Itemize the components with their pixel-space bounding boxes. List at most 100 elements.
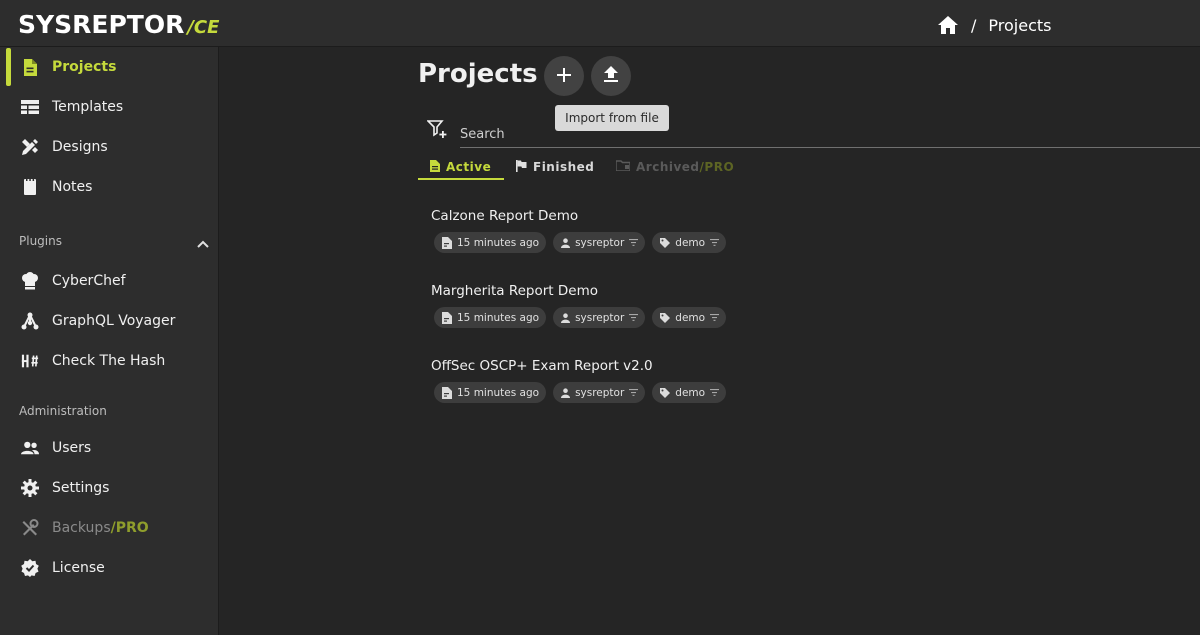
- sidebar-item-designs[interactable]: Designs: [0, 127, 219, 167]
- sidebar-item-label: Projects: [52, 59, 117, 75]
- user-chip[interactable]: sysreptor: [553, 382, 646, 403]
- breadcrumb-separator: /: [971, 15, 977, 35]
- tag-label: demo: [675, 236, 706, 249]
- sidebar-item-cyberchef[interactable]: CyberChef: [0, 261, 219, 301]
- sidebar-item-label: Backups/PRO: [52, 520, 149, 536]
- pencil-ruler-icon: [21, 138, 39, 156]
- updated-chip: 15 minutes ago: [434, 307, 547, 328]
- project-list-item[interactable]: Calzone Report Demo 15 minutes ago sysre…: [431, 208, 727, 253]
- search-input[interactable]: [460, 122, 1200, 146]
- sidebar-item-label: GraphQL Voyager: [52, 313, 176, 329]
- table-icon: [21, 98, 39, 116]
- updated-chip: 15 minutes ago: [434, 382, 547, 403]
- tag-chip[interactable]: demo: [652, 307, 727, 328]
- updated-chip: 15 minutes ago: [434, 232, 547, 253]
- tag-label: demo: [675, 386, 706, 399]
- user-icon: [561, 387, 571, 398]
- user-icon: [561, 312, 571, 323]
- app-logo[interactable]: SYSREPTOR/CE: [18, 11, 219, 42]
- add-project-button[interactable]: [544, 56, 584, 96]
- document-icon: [21, 58, 39, 76]
- administration-section-label: Administration: [19, 404, 107, 418]
- updated-time: 15 minutes ago: [457, 386, 540, 399]
- filter-icon[interactable]: [710, 239, 720, 246]
- project-name[interactable]: OffSec OSCP+ Exam Report v2.0: [431, 358, 653, 374]
- document-edit-icon: [442, 236, 452, 249]
- sidebar-item-label: Users: [52, 440, 92, 456]
- gear-icon: [21, 479, 39, 497]
- pro-badge: /PRO: [110, 520, 149, 536]
- sidebar-item-users[interactable]: Users: [0, 428, 219, 468]
- sidebar-item-label: Designs: [52, 139, 108, 155]
- sidebar-item-settings[interactable]: Settings: [0, 468, 219, 508]
- sidebar-item-label: License: [52, 560, 105, 576]
- tag-icon: [660, 237, 671, 248]
- project-name[interactable]: Margherita Report Demo: [431, 283, 598, 299]
- filter-icon[interactable]: [629, 239, 639, 246]
- plugins-section-label: Plugins: [19, 234, 62, 248]
- user-icon: [561, 237, 571, 248]
- updated-time: 15 minutes ago: [457, 236, 540, 249]
- top-app-bar: SYSREPTOR/CE / Projects: [0, 0, 1200, 47]
- updated-time: 15 minutes ago: [457, 311, 540, 324]
- sidebar-item-label: Notes: [52, 179, 93, 195]
- user-name: sysreptor: [575, 386, 625, 399]
- sidebar-item-check-the-hash[interactable]: Check The Hash: [0, 341, 219, 381]
- tag-chip[interactable]: demo: [652, 382, 727, 403]
- search-field[interactable]: [460, 122, 1200, 148]
- sidebar-item-graphql-voyager[interactable]: GraphQL Voyager: [0, 301, 219, 341]
- page-title: Projects: [418, 59, 538, 89]
- import-project-button[interactable]: [591, 56, 631, 96]
- archive-folder-icon: [615, 160, 631, 174]
- sidebar-item-license[interactable]: License: [0, 548, 219, 588]
- notebook-icon: [21, 178, 39, 196]
- tab-finished[interactable]: Finished: [516, 155, 594, 179]
- chef-hat-icon: [21, 272, 39, 290]
- user-chip[interactable]: sysreptor: [553, 232, 646, 253]
- sidebar-item-projects[interactable]: Projects: [0, 47, 219, 87]
- user-chip[interactable]: sysreptor: [553, 307, 646, 328]
- filter-icon[interactable]: [710, 314, 720, 321]
- tools-icon: [21, 519, 39, 537]
- home-icon[interactable]: [937, 15, 959, 35]
- sidebar-item-backups[interactable]: Backups/PRO: [0, 508, 219, 548]
- sidebar-item-label: Templates: [52, 99, 124, 115]
- upload-icon: [604, 66, 618, 86]
- tag-icon: [660, 387, 671, 398]
- document-edit-icon: [442, 386, 452, 399]
- users-icon: [21, 439, 39, 457]
- project-list-item[interactable]: Margherita Report Demo 15 minutes ago sy…: [431, 283, 727, 328]
- project-list-item[interactable]: OffSec OSCP+ Exam Report v2.0 15 minutes…: [431, 358, 727, 403]
- filter-icon[interactable]: [710, 389, 720, 396]
- verified-badge-icon: [21, 559, 39, 577]
- project-chips: 15 minutes ago sysreptor demo: [434, 307, 727, 328]
- chevron-up-icon[interactable]: [197, 233, 209, 252]
- logo-edition: /CE: [187, 17, 220, 38]
- sidebar-item-notes[interactable]: Notes: [0, 167, 219, 207]
- tag-icon: [660, 312, 671, 323]
- tab-label: Active: [446, 160, 492, 174]
- hash-icon: [21, 352, 39, 370]
- breadcrumb-current: Projects: [988, 15, 1052, 35]
- sidebar-item-templates[interactable]: Templates: [0, 87, 219, 127]
- tag-chip[interactable]: demo: [652, 232, 727, 253]
- project-name[interactable]: Calzone Report Demo: [431, 208, 578, 224]
- sidebar-item-label: Check The Hash: [52, 353, 166, 369]
- pro-badge: /PRO: [699, 160, 735, 174]
- filter-icon[interactable]: [629, 389, 639, 396]
- filter-icon[interactable]: [629, 314, 639, 321]
- active-indicator: [6, 48, 11, 86]
- sidebar-item-label: CyberChef: [52, 273, 126, 289]
- user-name: sysreptor: [575, 311, 625, 324]
- sidebar: Projects Templates Designs Notes Plugins…: [0, 47, 219, 635]
- breadcrumb: / Projects: [937, 15, 1051, 35]
- tab-label: Archived/PRO: [636, 160, 735, 174]
- tab-archived[interactable]: Archived/PRO: [615, 155, 735, 179]
- document-icon: [430, 159, 440, 175]
- filter-add-icon[interactable]: [426, 119, 449, 143]
- tag-label: demo: [675, 311, 706, 324]
- graph-icon: [21, 312, 39, 330]
- document-edit-icon: [442, 311, 452, 324]
- project-chips: 15 minutes ago sysreptor demo: [434, 232, 727, 253]
- tab-active[interactable]: Active: [418, 155, 504, 180]
